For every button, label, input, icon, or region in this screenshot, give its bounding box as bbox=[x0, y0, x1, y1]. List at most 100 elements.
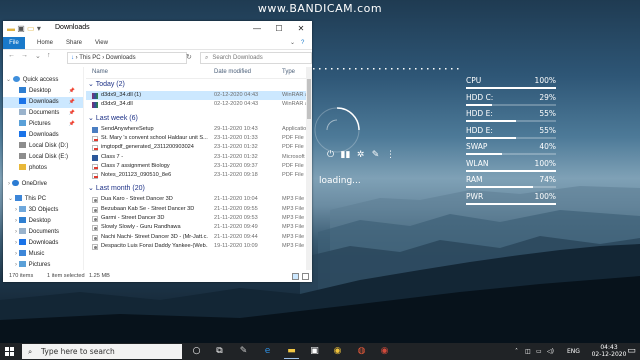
windows-start-icon[interactable] bbox=[5, 347, 14, 356]
nav-item-3d-objects[interactable]: › 3D Objects bbox=[3, 205, 83, 216]
file-row[interactable]: Class 7 assignment Biology 23-11-2020 09:… bbox=[86, 162, 306, 171]
file-row[interactable]: SendAnywhereSetup 29-11-2020 10:43 Applica… bbox=[86, 125, 306, 134]
tab-view[interactable]: View bbox=[95, 37, 108, 49]
title-bar[interactable]: ▬ ▣ ▭ ▾ Downloads — ☐ ✕ bbox=[3, 21, 312, 37]
back-arrow-icon[interactable]: ← bbox=[8, 52, 15, 59]
nav-item-pictures[interactable]: Pictures 📌 bbox=[3, 119, 83, 130]
address-field[interactable]: ↓ › This PC › Downloads bbox=[67, 52, 187, 64]
nav-quick-access[interactable]: ⌄ Quick access bbox=[3, 75, 83, 86]
column-date-modified[interactable]: Date modified bbox=[214, 67, 251, 78]
task-view-icon[interactable]: ⧉ bbox=[214, 346, 225, 357]
network-icon[interactable]: ◫ bbox=[525, 348, 531, 355]
address-bar-row: ← → ⌄ ↑ ↓ › This PC › Downloads ↻ ⌕ Searc… bbox=[3, 50, 312, 65]
language-indicator[interactable]: ENG bbox=[567, 348, 580, 355]
ribbon-tabs: File Home Share View ⌄ ? bbox=[3, 37, 312, 50]
nav-item-desktop[interactable]: Desktop 📌 bbox=[3, 86, 83, 97]
file-explorer-taskbar-icon[interactable]: ▬ bbox=[284, 346, 299, 359]
taskbar-search-input[interactable]: ⌕ Type here to search bbox=[22, 344, 182, 359]
nav-item-local-disk-e[interactable]: Local Disk (E:) bbox=[3, 152, 83, 163]
nav-item-local-disk-d[interactable]: Local Disk (D:) bbox=[3, 141, 83, 152]
pin-icon: 📌 bbox=[68, 88, 75, 94]
nav-item-this-pc[interactable]: ⌄ This PC bbox=[3, 194, 83, 205]
nav-item-pictures-pc[interactable]: › Pictures bbox=[3, 260, 83, 271]
recent-locations-icon[interactable]: ⌄ bbox=[35, 52, 41, 60]
store-icon[interactable]: ▣ bbox=[309, 346, 320, 357]
large-icons-view-icon[interactable] bbox=[302, 273, 309, 280]
volume-icon[interactable]: ◁) bbox=[547, 348, 554, 355]
maximize-button[interactable]: ☐ bbox=[268, 21, 290, 37]
audio-icon bbox=[92, 225, 98, 232]
scrollbar-thumb[interactable] bbox=[307, 79, 311, 119]
selection-status: 1 item selected bbox=[47, 273, 85, 279]
tab-file[interactable]: File bbox=[3, 37, 25, 49]
file-row[interactable]: d3dx9_34.dll 02-12-2020 04:43 WinRAR a bbox=[86, 100, 306, 109]
drive-icon bbox=[19, 142, 26, 148]
nav-item-documents[interactable]: Documents 📌 bbox=[3, 108, 83, 119]
details-view-icon[interactable] bbox=[292, 273, 299, 280]
vertical-scrollbar[interactable] bbox=[306, 67, 312, 270]
search-input[interactable]: ⌕ Search Downloads bbox=[200, 52, 312, 64]
nav-item-photos[interactable]: photos bbox=[3, 163, 83, 174]
nav-item-desktop-pc[interactable]: › Desktop bbox=[3, 216, 83, 227]
column-name[interactable]: Name bbox=[92, 67, 108, 78]
show-hidden-icons-icon[interactable]: ˄ bbox=[515, 348, 518, 355]
file-row[interactable]: Slowly Slowly - Guru Randhawa 21-11-2020 … bbox=[86, 223, 306, 232]
app-icon[interactable]: ◍ bbox=[356, 346, 367, 357]
file-row[interactable]: imgtopdf_generated_2311200903024 23-11-20… bbox=[86, 143, 306, 152]
cortana-icon[interactable]: ○ bbox=[191, 346, 202, 357]
meter-value: 74% bbox=[539, 175, 556, 184]
file-row[interactable]: Garmi - Street Dancer 3D 21-11-2020 09:53… bbox=[86, 214, 306, 223]
file-row[interactable]: St. Mary 's convent school Haldaur unit … bbox=[86, 134, 306, 143]
tab-home[interactable]: Home bbox=[37, 37, 53, 49]
meter-value: 29% bbox=[539, 92, 556, 102]
breadcrumb-downloads[interactable]: Downloads bbox=[106, 55, 136, 61]
new-folder-icon[interactable]: ▭ bbox=[27, 24, 35, 33]
up-arrow-icon[interactable]: ↑ bbox=[47, 52, 51, 59]
pause-icon[interactable]: ▮▮ bbox=[338, 150, 353, 160]
notifications-icon[interactable]: ▭ bbox=[626, 346, 637, 357]
file-row[interactable]: Despacito Luis Fonsi Daddy Yankee-(Web..… bbox=[86, 242, 306, 251]
file-row[interactable]: Bezubaan Kab Se - Street Dancer 3D 21-11-… bbox=[86, 205, 306, 214]
expand-ribbon-icon[interactable]: ⌄ bbox=[290, 37, 295, 49]
nav-item-downloads-pc[interactable]: › Downloads bbox=[3, 238, 83, 249]
power-icon[interactable]: ⏻ bbox=[323, 150, 338, 160]
pen-icon[interactable]: ✎ bbox=[238, 346, 249, 357]
file-type: PDF File bbox=[282, 172, 304, 179]
more-icon[interactable]: ⋮ bbox=[383, 150, 398, 160]
minimize-button[interactable]: — bbox=[246, 21, 268, 37]
file-row[interactable]: Notes_201123_090510_8e6 23-11-2020 09:18 P… bbox=[86, 171, 306, 180]
tool-icon[interactable]: ✎ bbox=[368, 150, 383, 160]
meter-label: PWR bbox=[466, 191, 484, 201]
column-type[interactable]: Type bbox=[282, 67, 295, 78]
nav-item-downloads-2[interactable]: Downloads bbox=[3, 130, 83, 141]
file-row[interactable]: Nachi Nachi- Street Dancer 3D - (Mr-Jatt… bbox=[86, 233, 306, 242]
nav-item-documents-pc[interactable]: › Documents bbox=[3, 227, 83, 238]
chevron-down-icon[interactable]: ▾ bbox=[37, 24, 41, 33]
forward-arrow-icon[interactable]: → bbox=[21, 52, 28, 59]
clock[interactable]: 04:43 02-12-2020 bbox=[589, 344, 629, 358]
group-header[interactable]: ⌄ Last month (20) bbox=[88, 184, 145, 192]
breadcrumb-this-pc[interactable]: This PC bbox=[79, 55, 100, 61]
file-row[interactable]: d3dx9_34.dll (1) 02-12-2020 04:43 WinRAR a bbox=[86, 91, 306, 101]
file-row[interactable]: Dua Karo - Street Dancer 3D 21-11-2020 10… bbox=[86, 195, 306, 204]
group-header[interactable]: ⌄ Last week (6) bbox=[88, 114, 138, 122]
nav-item-onedrive[interactable]: › OneDrive bbox=[3, 179, 83, 190]
file-row[interactable]: Class 7 - 23-11-2020 01:32 Microsoft bbox=[86, 153, 306, 162]
quick-access-toolbar[interactable]: ▬ ▣ ▭ ▾ bbox=[7, 24, 41, 33]
nav-item-music[interactable]: › Music bbox=[3, 249, 83, 260]
chrome-icon[interactable]: ◉ bbox=[332, 346, 343, 357]
nav-label: 3D Objects bbox=[28, 207, 59, 213]
file-type: MP3 File bbox=[282, 242, 305, 249]
battery-icon[interactable]: ▭ bbox=[536, 348, 542, 355]
properties-icon[interactable]: ▣ bbox=[17, 24, 25, 33]
file-explorer-window[interactable]: ▬ ▣ ▭ ▾ Downloads — ☐ ✕ File Home Share … bbox=[3, 21, 312, 282]
edge-icon[interactable]: e bbox=[262, 346, 273, 357]
help-icon[interactable]: ? bbox=[301, 37, 304, 49]
group-header[interactable]: ⌄ Today (2) bbox=[88, 80, 125, 88]
bandicam-icon[interactable]: ◉ bbox=[379, 346, 390, 357]
tab-share[interactable]: Share bbox=[66, 37, 82, 49]
close-button[interactable]: ✕ bbox=[290, 21, 312, 37]
nav-item-downloads[interactable]: Downloads 📌 bbox=[3, 97, 83, 108]
refresh-icon[interactable]: ↻ bbox=[186, 53, 192, 61]
settings-icon[interactable]: ✲ bbox=[353, 150, 368, 160]
